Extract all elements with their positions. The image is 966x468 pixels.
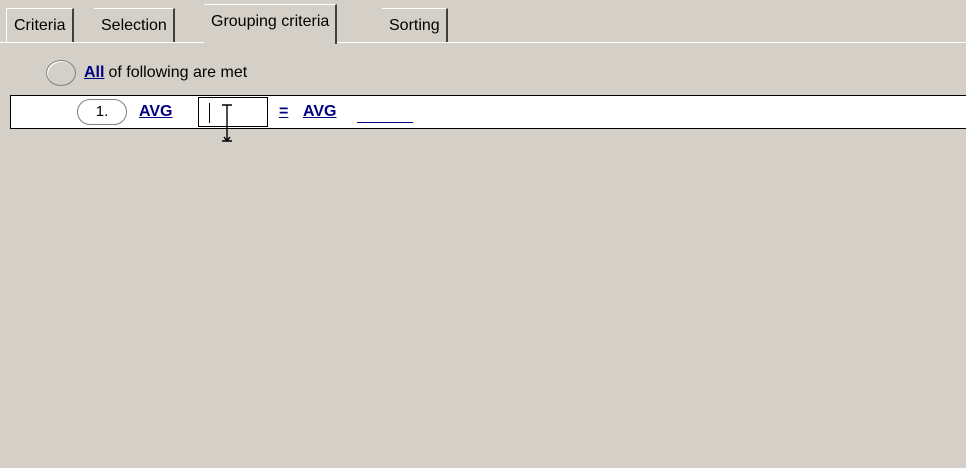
- text-caret: [209, 103, 210, 123]
- quantifier-link[interactable]: All: [84, 64, 104, 82]
- left-function-link[interactable]: AVG: [139, 102, 172, 122]
- right-function-link[interactable]: AVG: [303, 102, 336, 122]
- operator-link[interactable]: =: [279, 102, 288, 122]
- tab-selection-label: Selection: [101, 17, 167, 34]
- right-value-link[interactable]: [357, 102, 413, 123]
- condition-number-button[interactable]: 1.: [77, 99, 127, 125]
- tab-criteria-label: Criteria: [14, 17, 66, 34]
- tab-grouping-criteria-label: Grouping criteria: [211, 13, 330, 30]
- tab-criteria[interactable]: Criteria: [6, 8, 74, 42]
- group-header-text: of following are met: [108, 64, 248, 81]
- circle-toggle-icon[interactable]: [46, 60, 76, 86]
- value-input[interactable]: [198, 97, 268, 142]
- ibeam-cursor-icon: [222, 104, 232, 142]
- tab-grouping-criteria[interactable]: Grouping criteria: [204, 4, 338, 44]
- tab-sorting[interactable]: Sorting: [382, 8, 448, 42]
- condition-row: 1. AVG = AVG: [10, 95, 966, 142]
- tab-sorting-label: Sorting: [389, 17, 440, 34]
- tab-strip: Criteria Selection Grouping criteria Sor…: [0, 0, 966, 44]
- tab-selection[interactable]: Selection: [94, 8, 175, 42]
- group-header: All of following are met: [46, 58, 247, 88]
